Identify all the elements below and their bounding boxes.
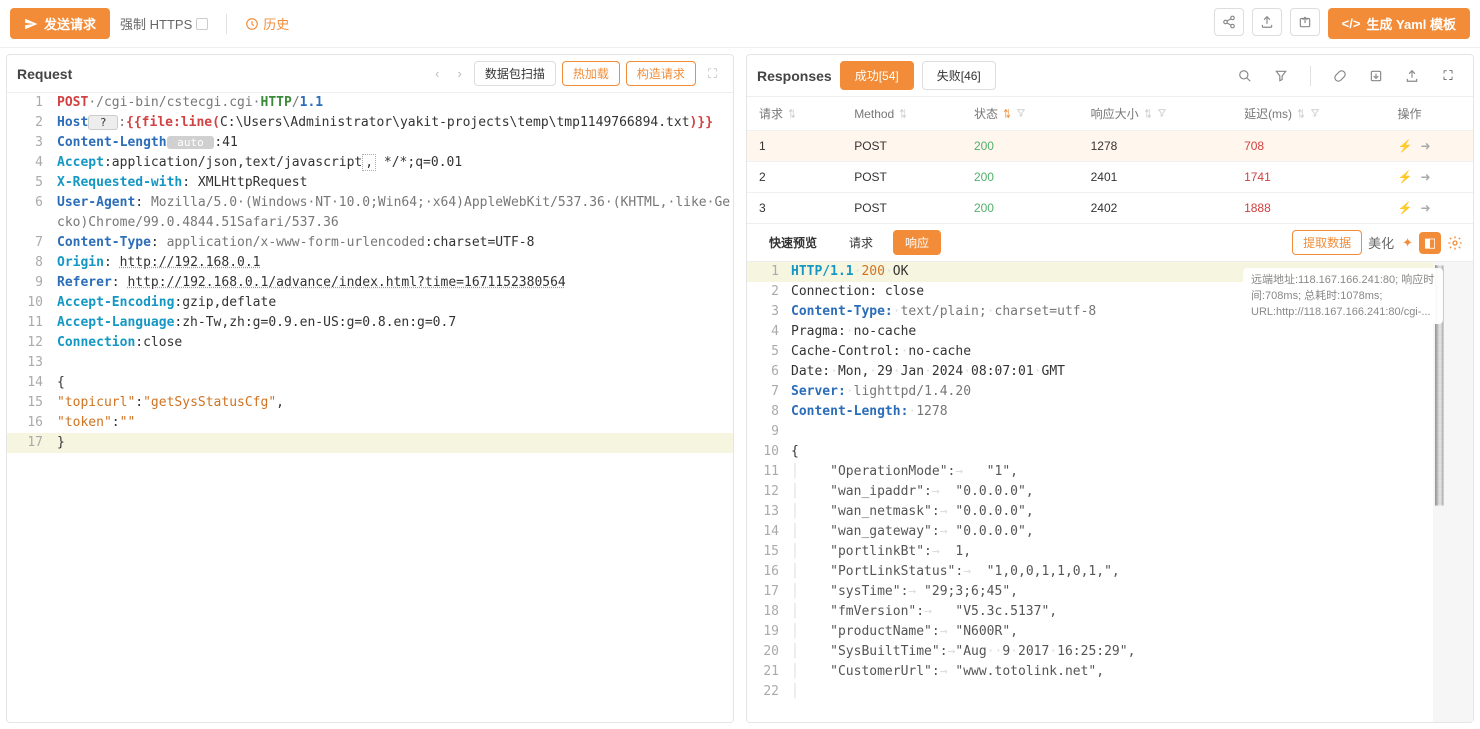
share-icon (1222, 15, 1236, 29)
table-row[interactable]: 2POST20024011741⚡➜ (747, 162, 1473, 193)
prev-request-button[interactable]: ‹ (429, 64, 445, 83)
responses-title: Responses (757, 68, 832, 84)
packet-scan-button[interactable]: 数据包扫描 (474, 61, 556, 86)
responses-table-wrap: 请求⇅Method⇅状态⇅响应大小⇅延迟(ms)⇅操作 1POST2001278… (747, 97, 1473, 224)
beautify-label: 美化 (1368, 233, 1394, 252)
minimap[interactable]: █▓▒░▒▓█▓▒░▒▓█▓▒░▒▓█▓▒░▒▓█▓▒░▒▓█▓▒░▒▓█▓▒░… (1433, 262, 1473, 722)
drug-button[interactable] (1325, 62, 1355, 90)
responses-pane: Responses 成功[54] 失败[46] ⛶ 请求⇅Method⇅状态⇅响… (746, 54, 1474, 723)
bolt-icon[interactable]: ⚡ (1398, 201, 1413, 215)
extract-data-button[interactable]: 提取数据 (1292, 230, 1362, 255)
response-editor[interactable]: 1HTTP/1.1·200·OK2Connection: close3Conte… (747, 262, 1433, 722)
request-header-actions: ‹ › 数据包扫描 热加载 构造请求 ⛶ (429, 61, 723, 86)
wand-icon: ✦ (1402, 235, 1413, 251)
history-button[interactable]: 历史 (245, 14, 289, 33)
popup-icon (1298, 15, 1312, 29)
request-header: Request ‹ › 数据包扫描 热加载 构造请求 ⛶ (7, 55, 733, 93)
toggle-view-button[interactable]: ◧ (1419, 232, 1441, 254)
table-row[interactable]: 1POST2001278708⚡➜ (747, 131, 1473, 162)
filter-icon (1274, 69, 1288, 83)
topbar-actions: </> 生成 Yaml 模板 (1214, 8, 1470, 39)
beautify-button[interactable]: 美化 ✦ (1368, 233, 1413, 252)
table-row[interactable]: 3POST20024021888⚡➜ (747, 193, 1473, 224)
gen-yaml-button[interactable]: </> 生成 Yaml 模板 (1328, 8, 1470, 39)
send-request-button[interactable]: 发送请求 (10, 8, 110, 39)
hot-load-button[interactable]: 热加载 (562, 61, 620, 86)
tab-success[interactable]: 成功[54] (840, 61, 914, 90)
history-icon (245, 17, 259, 31)
export-icon (1405, 69, 1419, 83)
topbar: 发送请求 强制 HTTPS 历史 </> 生成 Yaml 模板 (0, 0, 1480, 48)
table-body: 1POST2001278708⚡➜2POST20024011741⚡➜3POST… (747, 131, 1473, 224)
bolt-icon[interactable]: ⚡ (1398, 170, 1413, 184)
pill-icon (1333, 69, 1347, 83)
search-button[interactable] (1230, 62, 1260, 90)
popup-button[interactable] (1290, 8, 1320, 36)
export-button[interactable] (1252, 8, 1282, 36)
col-2[interactable]: 状态⇅ (962, 97, 1079, 131)
subtab-response[interactable]: 响应 (893, 230, 941, 255)
table-header-row: 请求⇅Method⇅状态⇅响应大小⇅延迟(ms)⇅操作 (747, 97, 1473, 131)
gen-yaml-label: 生成 Yaml 模板 (1366, 14, 1456, 33)
subtab-actions: 提取数据 美化 ✦ ◧ (1292, 230, 1463, 255)
response-tooltip: 远端地址:118.167.166.241:80; 响应时间:708ms; 总耗时… (1243, 268, 1443, 324)
responses-header-actions: ⛶ (1230, 62, 1463, 90)
expand-request-button[interactable]: ⛶ (702, 64, 723, 84)
gear-icon (1447, 235, 1463, 251)
export2-button[interactable] (1397, 62, 1427, 90)
export-icon (1260, 15, 1274, 29)
force-https-label: 强制 HTTPS (120, 14, 192, 33)
construct-request-button[interactable]: 构造请求 (626, 61, 696, 86)
col-0[interactable]: 请求⇅ (747, 97, 842, 131)
next-request-button[interactable]: › (452, 64, 468, 83)
divider (1310, 66, 1311, 86)
subtab-quickview[interactable]: 快速预览 (757, 230, 829, 255)
responses-table: 请求⇅Method⇅状态⇅响应大小⇅延迟(ms)⇅操作 1POST2001278… (747, 97, 1473, 223)
request-code[interactable]: 1POST·/cgi-bin/cstecgi.cgi·HTTP/1.12Host… (7, 93, 733, 722)
response-code[interactable]: 1HTTP/1.1·200·OK2Connection: close3Conte… (747, 262, 1433, 722)
request-title: Request (17, 66, 72, 82)
settings-button[interactable] (1447, 235, 1463, 251)
col-5[interactable]: 操作 (1386, 97, 1474, 131)
expand-responses-button[interactable]: ⛶ (1433, 62, 1463, 90)
force-https-toggle[interactable]: 强制 HTTPS (120, 14, 208, 33)
col-3[interactable]: 响应大小⇅ (1079, 97, 1232, 131)
code-icon: </> (1342, 16, 1361, 31)
main-split: Request ‹ › 数据包扫描 热加载 构造请求 ⛶ 1POST·/cgi-… (0, 48, 1480, 729)
col-4[interactable]: 延迟(ms)⇅ (1232, 97, 1385, 131)
request-editor[interactable]: 1POST·/cgi-bin/cstecgi.cgi·HTTP/1.12Host… (7, 93, 733, 722)
responses-header: Responses 成功[54] 失败[46] ⛶ (747, 55, 1473, 97)
response-subtabs: 快速预览 请求 响应 提取数据 美化 ✦ ◧ (747, 224, 1473, 262)
send-icon (24, 17, 38, 31)
tab-fail[interactable]: 失败[46] (922, 61, 996, 90)
response-editor-wrap: 1HTTP/1.1·200·OK2Connection: close3Conte… (747, 262, 1473, 722)
col-1[interactable]: Method⇅ (842, 97, 962, 131)
send-label: 发送请求 (44, 14, 96, 33)
arrow-icon[interactable]: ➜ (1420, 201, 1430, 215)
filter-button[interactable] (1266, 62, 1296, 90)
save-button[interactable] (1361, 62, 1391, 90)
save-icon (1369, 69, 1383, 83)
checkbox-icon (196, 18, 208, 30)
share-button[interactable] (1214, 8, 1244, 36)
request-pane: Request ‹ › 数据包扫描 热加载 构造请求 ⛶ 1POST·/cgi-… (6, 54, 734, 723)
arrow-icon[interactable]: ➜ (1420, 170, 1430, 184)
search-icon (1238, 69, 1252, 83)
bolt-icon[interactable]: ⚡ (1398, 139, 1413, 153)
divider (226, 14, 227, 34)
arrow-icon[interactable]: ➜ (1420, 139, 1430, 153)
history-label: 历史 (263, 14, 289, 33)
subtab-request[interactable]: 请求 (837, 230, 885, 255)
